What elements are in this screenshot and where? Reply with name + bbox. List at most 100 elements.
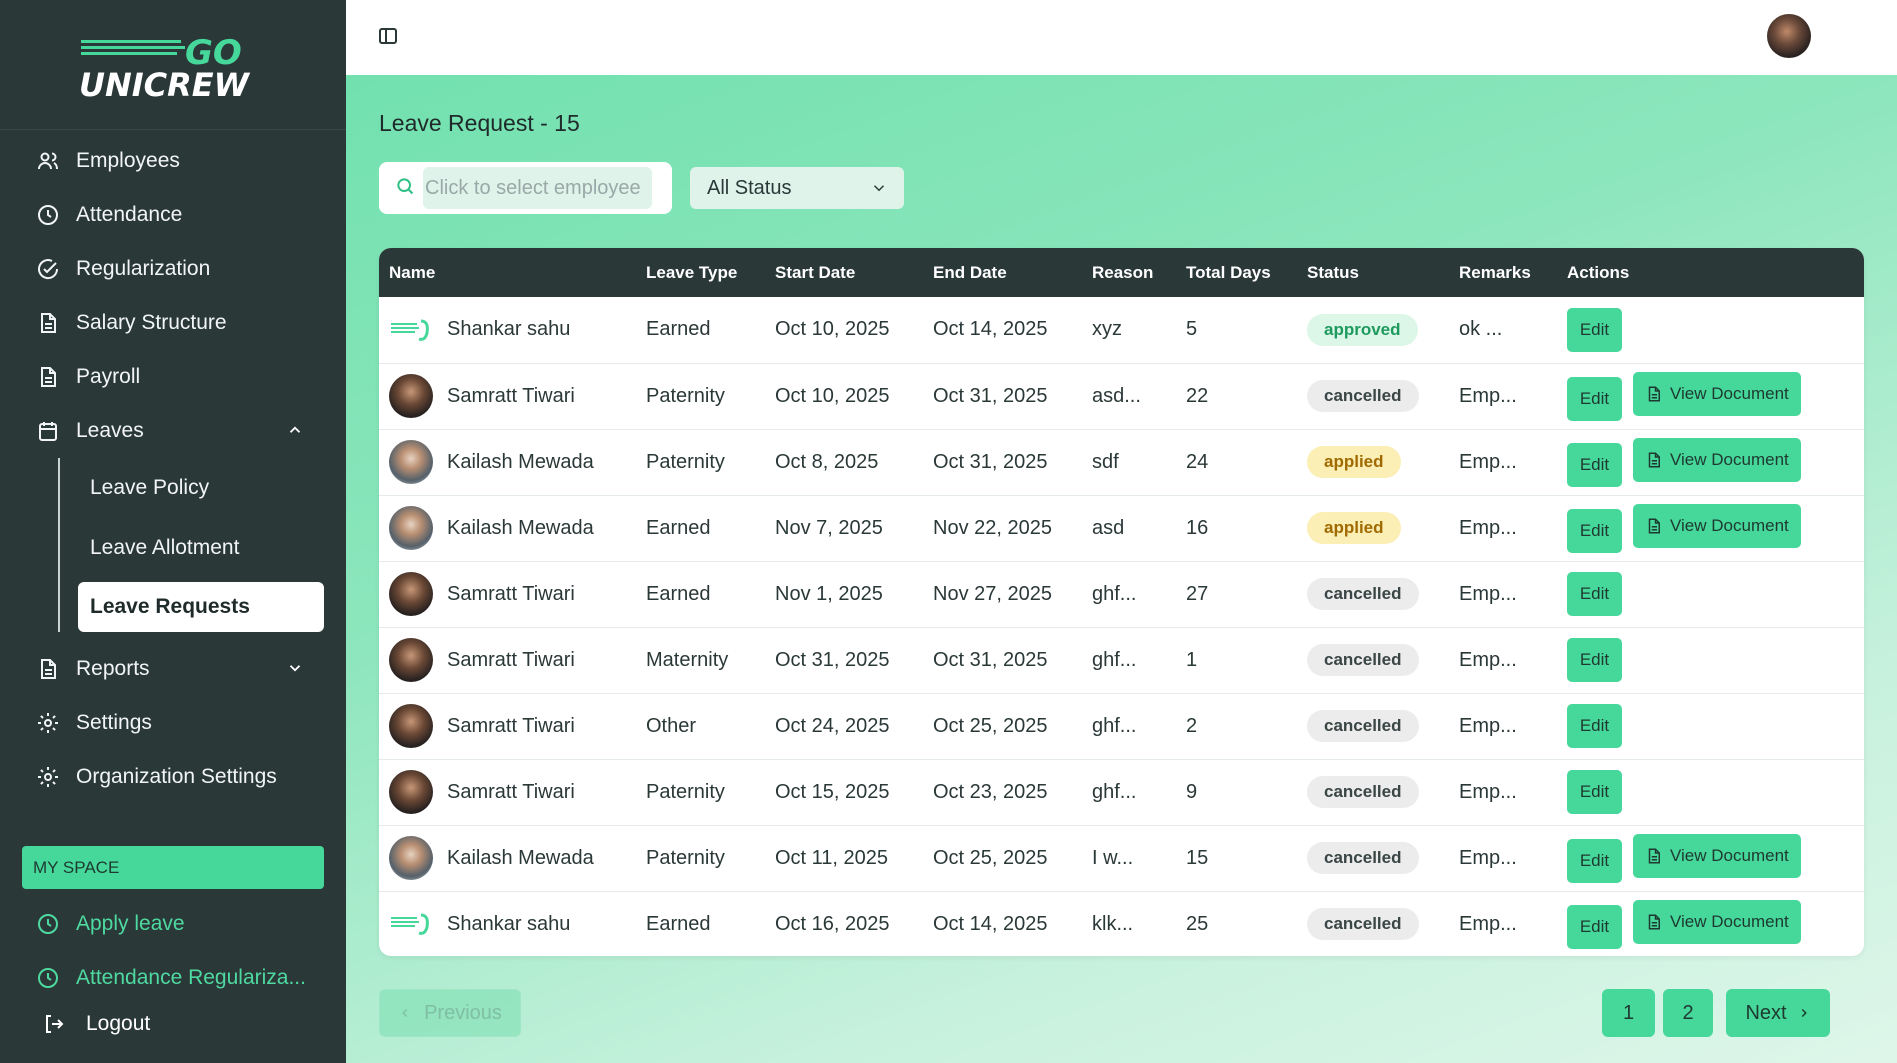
table-row: Kailash Mewada Earned Nov 7, 2025 Nov 22, 2… bbox=[379, 495, 1864, 561]
actions-cell: Edit View Document bbox=[1567, 363, 1864, 429]
employee-name: Kailash Mewada bbox=[447, 450, 594, 473]
table-row: Samratt Tiwari Paternity Oct 15, 2025 Oct 2… bbox=[379, 759, 1864, 825]
actions-cell: Edit View Document bbox=[1567, 891, 1864, 956]
status-cell: applied bbox=[1307, 429, 1459, 495]
file-icon bbox=[1645, 450, 1663, 470]
remarks-cell: Emp... bbox=[1459, 912, 1517, 935]
status-badge: cancelled bbox=[1307, 776, 1419, 808]
actions-cell: Edit bbox=[1567, 627, 1864, 693]
name-cell: Kailash Mewada bbox=[379, 429, 646, 495]
sidebar-item-leave-requests[interactable]: Leave Requests bbox=[78, 582, 324, 632]
column-header-actions: Actions bbox=[1567, 262, 1630, 282]
edit-button[interactable]: Edit bbox=[1567, 838, 1622, 883]
table-row: Shankar sahu Earned Oct 10, 2025 Oct 14, 20… bbox=[379, 297, 1864, 363]
edit-button[interactable]: Edit bbox=[1567, 442, 1622, 487]
company-logo-avatar bbox=[389, 902, 433, 946]
chevron-right-icon bbox=[1797, 1006, 1811, 1020]
sidebar-nav: Employees Attendance Regularization Salary … bbox=[0, 130, 346, 458]
edit-button[interactable]: Edit bbox=[1567, 508, 1622, 553]
search-input[interactable]: Click to select employee bbox=[423, 167, 652, 209]
end-date-cell: Nov 27, 2025 bbox=[933, 582, 1052, 605]
next-label: Next bbox=[1745, 1001, 1787, 1024]
end-date-cell: Oct 31, 2025 bbox=[933, 648, 1048, 671]
user-avatar[interactable] bbox=[1767, 14, 1811, 58]
edit-button[interactable]: Edit bbox=[1567, 638, 1622, 682]
document-icon bbox=[36, 365, 60, 389]
status-badge: cancelled bbox=[1307, 578, 1419, 610]
sidebar-item-salary-structure[interactable]: Salary Structure bbox=[0, 296, 346, 350]
avatar bbox=[389, 836, 433, 880]
status-cell: applied bbox=[1307, 495, 1459, 561]
table-row: Samratt Tiwari Earned Nov 1, 2025 Nov 27, 2… bbox=[379, 561, 1864, 627]
sidebar-item-label: Leaves bbox=[76, 419, 144, 442]
sidebar-item-settings[interactable]: Settings bbox=[0, 696, 346, 750]
remarks-cell: ok ... bbox=[1459, 318, 1503, 341]
column-header-end-date: End Date bbox=[933, 262, 1007, 282]
edit-button[interactable]: Edit bbox=[1567, 904, 1622, 949]
view-document-button[interactable]: View Document bbox=[1633, 503, 1801, 548]
previous-page-button[interactable]: Previous bbox=[379, 989, 521, 1037]
column-header-total-days: Total Days bbox=[1186, 262, 1271, 282]
sidebar-item-leaves[interactable]: Leaves bbox=[0, 404, 346, 458]
view-document-label: View Document bbox=[1670, 383, 1789, 403]
edit-button[interactable]: Edit bbox=[1567, 572, 1622, 616]
view-document-button[interactable]: View Document bbox=[1633, 833, 1801, 878]
sidebar-item-leave-allotment[interactable]: Leave Allotment bbox=[78, 518, 346, 578]
status-filter-value: All Status bbox=[707, 176, 792, 199]
my-space-apply-leave[interactable]: Apply leave bbox=[0, 897, 346, 951]
edit-button[interactable]: Edit bbox=[1567, 307, 1622, 352]
end-date-cell: Oct 25, 2025 bbox=[933, 714, 1048, 737]
view-document-button[interactable]: View Document bbox=[1633, 371, 1801, 416]
remarks-cell: Emp... bbox=[1459, 714, 1517, 737]
status-badge: cancelled bbox=[1307, 842, 1419, 874]
reason-cell: asd... bbox=[1092, 384, 1141, 407]
check-circle-icon bbox=[36, 257, 60, 281]
next-page-button[interactable]: Next bbox=[1726, 989, 1830, 1037]
reason-cell: xyz bbox=[1092, 318, 1122, 341]
reason-cell: klk... bbox=[1092, 912, 1134, 935]
end-date-cell: Nov 22, 2025 bbox=[933, 516, 1052, 539]
status-cell: cancelled bbox=[1307, 759, 1459, 825]
sidebar-item-attendance[interactable]: Attendance bbox=[0, 188, 346, 242]
total-days-cell: 27 bbox=[1186, 582, 1209, 605]
view-document-button[interactable]: View Document bbox=[1633, 437, 1801, 482]
logout-button[interactable]: Logout bbox=[42, 1012, 150, 1036]
reason-cell: ghf... bbox=[1092, 648, 1137, 671]
edit-button[interactable]: Edit bbox=[1567, 376, 1622, 421]
status-filter-dropdown[interactable]: All Status bbox=[690, 167, 904, 209]
leave-requests-table: Name Leave Type Start Date End Date Reason To… bbox=[379, 248, 1864, 956]
sidebar-item-regularization[interactable]: Regularization bbox=[0, 242, 346, 296]
end-date-cell: Oct 14, 2025 bbox=[933, 318, 1048, 341]
sidebar-item-reports[interactable]: Reports bbox=[0, 642, 346, 696]
brand-logo[interactable]: GO UNICREW bbox=[0, 0, 346, 130]
name-cell: Samratt Tiwari bbox=[379, 363, 646, 429]
leave-type-cell: Other bbox=[646, 714, 697, 737]
my-space-attendance-regularization[interactable]: Attendance Regulariza... bbox=[0, 951, 346, 1005]
employee-name: Kailash Mewada bbox=[447, 846, 594, 869]
sidebar-item-payroll[interactable]: Payroll bbox=[0, 350, 346, 404]
page-button-2[interactable]: 2 bbox=[1663, 989, 1713, 1037]
end-date-cell: Oct 31, 2025 bbox=[933, 384, 1048, 407]
remarks-cell: Emp... bbox=[1459, 450, 1517, 473]
page-button-1[interactable]: 1 bbox=[1602, 989, 1655, 1037]
name-cell: Samratt Tiwari bbox=[379, 693, 646, 759]
leave-type-cell: Maternity bbox=[646, 648, 729, 671]
end-date-cell: Oct 23, 2025 bbox=[933, 780, 1048, 803]
calendar-icon bbox=[36, 419, 60, 443]
leave-type-cell: Paternity bbox=[646, 384, 725, 407]
sidebar-item-label: Regularization bbox=[76, 257, 211, 280]
sidebar-toggle-icon[interactable] bbox=[376, 24, 400, 48]
table-row: Shankar sahu Earned Oct 16, 2025 Oct 14, 20… bbox=[379, 891, 1864, 956]
sidebar-item-leave-policy[interactable]: Leave Policy bbox=[78, 458, 346, 518]
employee-name: Samratt Tiwari bbox=[447, 648, 575, 671]
sidebar-item-employees[interactable]: Employees bbox=[0, 134, 346, 188]
view-document-button[interactable]: View Document bbox=[1633, 899, 1801, 944]
edit-button[interactable]: Edit bbox=[1567, 770, 1622, 814]
sidebar-item-organization-settings[interactable]: Organization Settings bbox=[0, 750, 346, 804]
total-days-cell: 15 bbox=[1186, 846, 1209, 869]
table-row: Samratt Tiwari Paternity Oct 10, 2025 Oct 3… bbox=[379, 363, 1864, 429]
employee-search[interactable]: Click to select employee bbox=[379, 162, 672, 214]
edit-button[interactable]: Edit bbox=[1567, 704, 1622, 748]
end-date-cell: Oct 25, 2025 bbox=[933, 846, 1048, 869]
status-badge: cancelled bbox=[1307, 908, 1419, 941]
